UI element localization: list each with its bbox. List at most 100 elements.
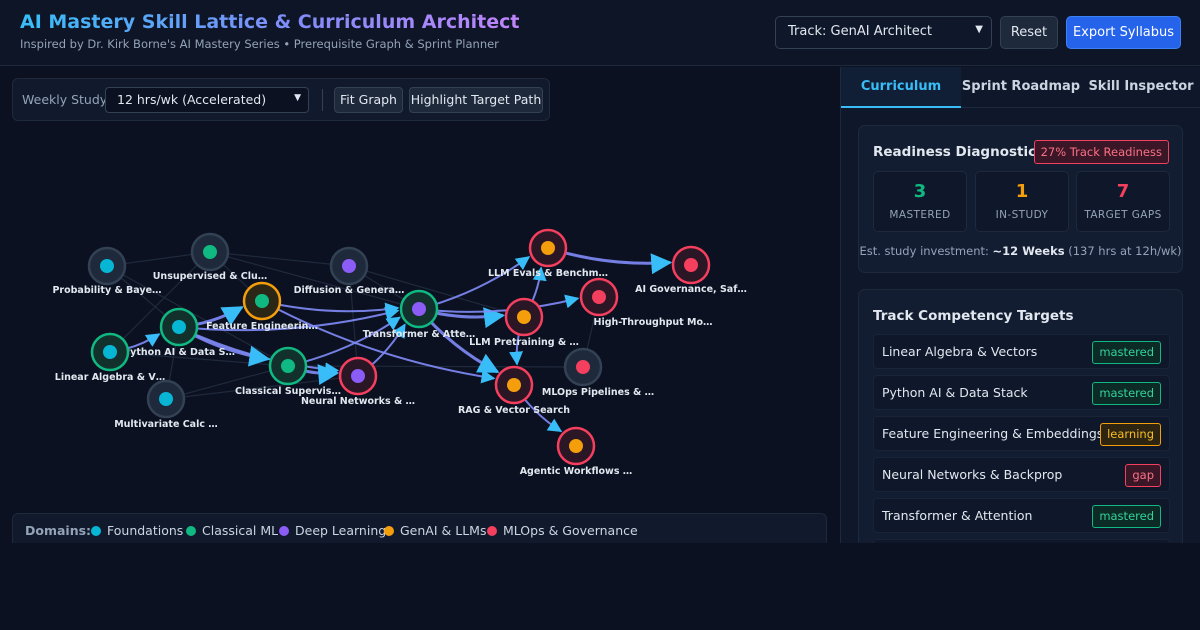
skill-node-evals[interactable]: LLM Evals & Benchm… — [488, 228, 608, 279]
skill-node-agent[interactable]: Agentic Workflows … — [520, 426, 633, 477]
domain-legend: Domains: Foundations Classical ML Deep L… — [12, 513, 827, 543]
stat-target-gaps-value: 7 — [1116, 181, 1130, 202]
legend-item-foundations: Foundations — [91, 523, 183, 538]
skill-node-calc[interactable]: Multivariate Calc … — [114, 379, 218, 430]
node-label: Diffusion & Genera… — [294, 285, 405, 296]
legend-dot — [487, 526, 497, 536]
readiness-title: Readiness Diagnostic — [873, 144, 1037, 160]
node-label: Linear Algebra & V… — [55, 372, 165, 383]
status-badge: mastered — [1092, 505, 1161, 528]
target-row[interactable]: Transformer & Attention mastered — [873, 498, 1170, 533]
skill-node-gov[interactable]: AI Governance, Saf… — [635, 245, 747, 295]
legend-label: MLOps & Governance — [503, 523, 638, 538]
node-label: AI Governance, Saf… — [635, 284, 747, 295]
chevron-down-icon: ▼ — [975, 24, 983, 35]
node-domain-dot — [569, 439, 583, 453]
investment-weeks: ~12 Weeks — [992, 244, 1065, 258]
target-row[interactable]: Neural Networks & Backprop gap — [873, 457, 1170, 492]
target-name: Linear Algebra & Vectors — [882, 344, 1038, 359]
toolbar-divider — [322, 89, 323, 111]
status-badge: mastered — [1092, 341, 1161, 364]
tab-sprint-roadmap[interactable]: Sprint Roadmap — [961, 67, 1081, 108]
app-subtitle: Inspired by Dr. Kirk Borne's AI Mastery … — [20, 37, 499, 51]
legend-item-deep: Deep Learning — [279, 523, 386, 538]
highlight-target-path-button[interactable]: Highlight Target Path — [409, 87, 543, 113]
legend-item-mlops: MLOps & Governance — [487, 523, 638, 538]
status-badge: gap — [1125, 464, 1161, 487]
legend-item-classical: Classical ML — [186, 523, 278, 538]
reset-button[interactable]: Reset — [1000, 16, 1058, 49]
export-syllabus-button[interactable]: Export Syllabus — [1066, 16, 1181, 49]
legend-item-genai: GenAI & LLMs — [384, 523, 486, 538]
targets-title: Track Competency Targets — [873, 308, 1074, 324]
node-label: Agentic Workflows … — [520, 466, 633, 477]
skill-node-diff[interactable]: Diffusion & Genera… — [294, 246, 405, 296]
legend-label: Deep Learning — [295, 523, 387, 538]
targets-card: Track Competency Targets Linear Algebra … — [858, 289, 1183, 543]
study-investment: Est. study investment: ~12 Weeks (137 hr… — [859, 244, 1182, 258]
skill-node-linalg[interactable]: Linear Algebra & V… — [55, 332, 165, 383]
track-select[interactable]: Track: GenAI Architect ▼ — [775, 16, 992, 49]
target-row[interactable]: Python AI & Data Stack mastered — [873, 375, 1170, 410]
node-domain-dot — [507, 378, 521, 392]
stat-in-study-value: 1 — [1015, 181, 1029, 202]
sidebar-panel: Curriculum Sprint Roadmap Skill Inspecto… — [840, 67, 1200, 543]
node-label: LLM Pretraining & … — [469, 337, 579, 348]
node-domain-dot — [412, 302, 426, 316]
legend-dot — [186, 526, 196, 536]
tab-curriculum[interactable]: Curriculum — [841, 67, 961, 108]
target-row[interactable]: Feature Engineering & Embeddings learnin… — [873, 416, 1170, 451]
skill-node-py[interactable]: Python AI & Data S… — [123, 307, 235, 358]
stat-mastered: 3 MASTERED — [873, 171, 967, 232]
node-label: Python AI & Data S… — [123, 347, 235, 358]
legend-label: Classical ML — [202, 523, 279, 538]
node-label: Neural Networks & … — [301, 396, 415, 407]
stat-target-gaps-label: TARGET GAPS — [1084, 209, 1162, 221]
node-domain-dot — [100, 259, 114, 273]
legend-dot — [384, 526, 394, 536]
target-name: Neural Networks & Backprop — [882, 467, 1063, 482]
node-domain-dot — [592, 290, 606, 304]
stat-mastered-value: 3 — [913, 181, 927, 202]
investment-hours: (137 hrs at 12h/wk) — [1068, 244, 1182, 258]
weekly-study-label: Weekly Study: — [22, 92, 111, 107]
node-label: LLM Evals & Benchm… — [488, 268, 608, 279]
target-row[interactable]: Linear Algebra & Vectors mastered — [873, 334, 1170, 369]
target-name: Python AI & Data Stack — [882, 385, 1028, 400]
status-badge: learning — [1100, 423, 1161, 446]
node-domain-dot — [103, 345, 117, 359]
fit-graph-button[interactable]: Fit Graph — [334, 87, 403, 113]
app-title: AI Mastery Skill Lattice & Curriculum Ar… — [20, 11, 520, 33]
skill-node-prob[interactable]: Probability & Baye… — [52, 246, 162, 296]
app-header: AI Mastery Skill Lattice & Curriculum Ar… — [0, 0, 1200, 66]
prerequisite-edge — [209, 251, 350, 267]
node-label: Unsupervised & Clu… — [153, 271, 268, 282]
stat-mastered-label: MASTERED — [889, 209, 951, 221]
node-domain-dot — [172, 320, 186, 334]
node-domain-dot — [351, 369, 365, 383]
empty-footer-area — [0, 543, 1200, 630]
status-badge: mastered — [1092, 382, 1161, 405]
skill-node-nn[interactable]: Neural Networks & … — [301, 356, 415, 407]
node-domain-dot — [255, 294, 269, 308]
node-domain-dot — [576, 360, 590, 374]
legend-label: Foundations — [107, 523, 184, 538]
node-label: Multivariate Calc … — [114, 419, 218, 430]
legend-dot — [279, 526, 289, 536]
node-label: Transformer & Atte… — [363, 329, 476, 340]
node-domain-dot — [203, 245, 217, 259]
skill-graph[interactable]: Probability & Baye… Unsupervised & Clu… Di… — [0, 67, 839, 543]
readiness-badge: 27% Track Readiness — [1033, 140, 1169, 164]
legend-title: Domains: — [25, 523, 92, 538]
weekly-study-value: 12 hrs/wk (Accelerated) — [117, 92, 267, 107]
tab-skill-inspector[interactable]: Skill Inspector — [1081, 67, 1200, 108]
node-domain-dot — [684, 258, 698, 272]
node-label: MLOps Pipelines & … — [542, 387, 654, 398]
target-name: Transformer & Attention — [882, 508, 1033, 523]
node-label: RAG & Vector Search — [458, 405, 570, 416]
skill-node-mlops[interactable]: MLOps Pipelines & … — [542, 347, 654, 398]
weekly-study-select[interactable]: 12 hrs/wk (Accelerated) ▼ — [105, 87, 309, 113]
node-domain-dot — [281, 359, 295, 373]
node-domain-dot — [517, 310, 531, 324]
panel-tabs: Curriculum Sprint Roadmap Skill Inspecto… — [841, 67, 1200, 108]
